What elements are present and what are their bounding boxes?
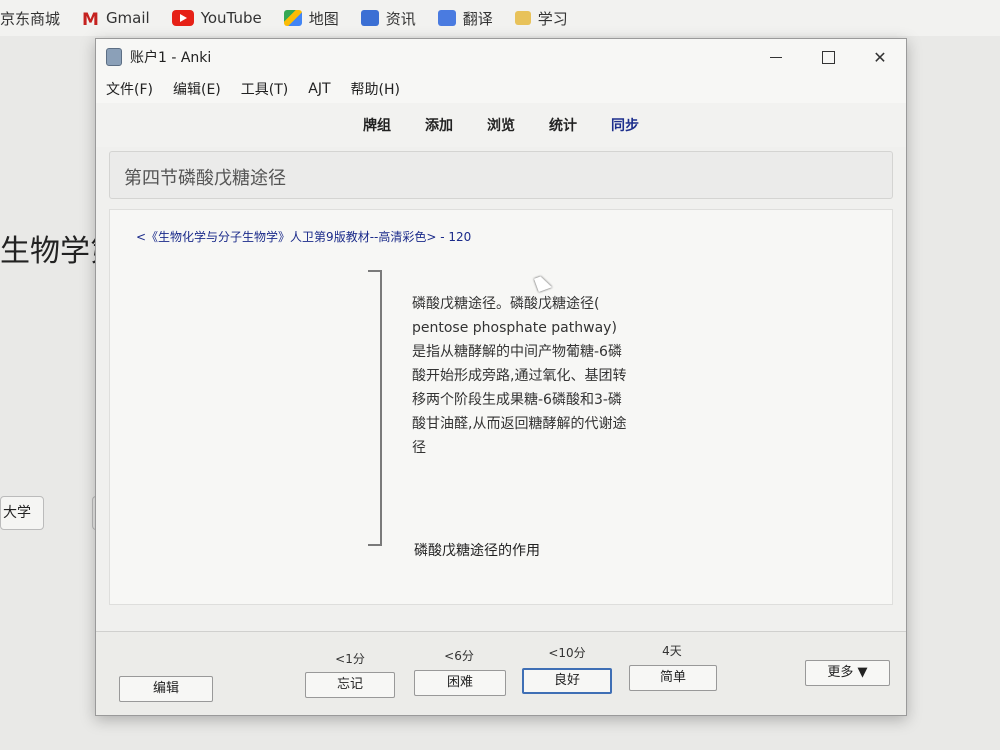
card-content: <《生物化学与分子生物学》人卫第9版教材--高清彩色> - 120 磷酸戊糖途径…	[109, 209, 893, 605]
title-bar[interactable]: 账户1 - Anki ✕	[96, 39, 906, 75]
toolbar-add[interactable]: 添加	[425, 115, 453, 135]
card-body-text: 磷酸戊糖途径。磷酸戊糖途径( pentose phosphate pathway…	[412, 296, 627, 456]
bookmark-gmail[interactable]: M Gmail	[82, 9, 150, 30]
bookmark-news[interactable]: 资讯	[360, 8, 416, 29]
hard-button[interactable]: 困难	[414, 670, 506, 696]
interval-hard: <6分	[444, 649, 474, 663]
mindmap-bracket	[360, 270, 382, 546]
easy-button[interactable]: 简单	[629, 665, 717, 691]
menu-help[interactable]: 帮助(H)	[351, 79, 400, 99]
toolbar-decks[interactable]: 牌组	[363, 115, 391, 135]
toolbar-sync[interactable]: 同步	[611, 115, 639, 135]
toolbar-stats[interactable]: 统计	[549, 115, 577, 135]
interval-easy: 4天	[662, 644, 682, 658]
more-button[interactable]: 更多 ▼	[805, 660, 890, 686]
anki-window: 账户1 - Anki ✕ 文件(F) 编辑(E) 工具(T) AJT 帮助(H)…	[95, 38, 907, 716]
background-chip[interactable]: 大学	[0, 496, 44, 530]
minimize-icon[interactable]	[750, 39, 802, 75]
close-icon[interactable]: ✕	[854, 39, 906, 75]
window-title: 账户1 - Anki	[130, 50, 212, 66]
bookmark-map[interactable]: 地图	[283, 8, 339, 29]
folder-icon	[514, 11, 531, 25]
good-button[interactable]: 良好	[522, 668, 612, 694]
bookmark-label: 京东商城	[0, 9, 61, 28]
menu-tools[interactable]: 工具(T)	[241, 79, 288, 99]
edit-button[interactable]: 编辑	[119, 676, 213, 702]
card-mindmap-image: 磷酸戊糖途径。磷酸戊糖途径( pentose phosphate pathway…	[360, 270, 640, 570]
review-bottom-bar: 编辑 <1分 忘记 <6分 困难 <10分 良好 4天 简单 更多 ▼	[96, 631, 906, 715]
bookmark-study[interactable]: 学习	[514, 8, 568, 29]
card-source-link[interactable]: <《生物化学与分子生物学》人卫第9版教材--高清彩色> - 120	[136, 228, 471, 245]
interval-again: <1分	[335, 652, 365, 666]
menu-file[interactable]: 文件(F)	[106, 79, 153, 99]
bookmark-label: 翻译	[462, 9, 493, 28]
menu-bar: 文件(F) 编辑(E) 工具(T) AJT 帮助(H)	[96, 75, 906, 103]
bookmark-label: 地图	[308, 9, 339, 28]
bookmarks-bar: 京东商城 M Gmail YouTube 地图 资讯 翻译 学习	[0, 0, 1000, 36]
news-icon	[360, 10, 379, 26]
card-subtopic: 磷酸戊糖途径的作用	[414, 543, 540, 559]
bookmark-youtube[interactable]: YouTube	[171, 9, 262, 27]
map-icon	[283, 10, 302, 26]
bookmark-label: 资讯	[385, 9, 416, 28]
youtube-icon	[171, 10, 194, 26]
bookmark-label: YouTube	[200, 9, 262, 27]
bookmark-label: 学习	[537, 9, 568, 28]
bookmark-label: Gmail	[105, 9, 150, 27]
interval-good: <10分	[548, 646, 586, 660]
maximize-icon[interactable]	[802, 39, 854, 75]
card-header: 第四节磷酸戊糖途径	[109, 151, 893, 199]
menu-ajt[interactable]: AJT	[308, 81, 330, 97]
again-button[interactable]: 忘记	[305, 672, 395, 698]
anki-app-icon	[106, 48, 122, 66]
gmail-icon: M	[82, 10, 99, 30]
menu-edit[interactable]: 编辑(E)	[173, 79, 221, 99]
bookmark-jd[interactable]: 京东商城	[0, 8, 60, 29]
main-toolbar: 牌组 添加 浏览 统计 同步	[96, 103, 906, 147]
bookmark-translate[interactable]: 翻译	[437, 8, 493, 29]
toolbar-browse[interactable]: 浏览	[487, 115, 515, 135]
window-controls: ✕	[750, 39, 906, 75]
translate-icon	[437, 10, 456, 26]
